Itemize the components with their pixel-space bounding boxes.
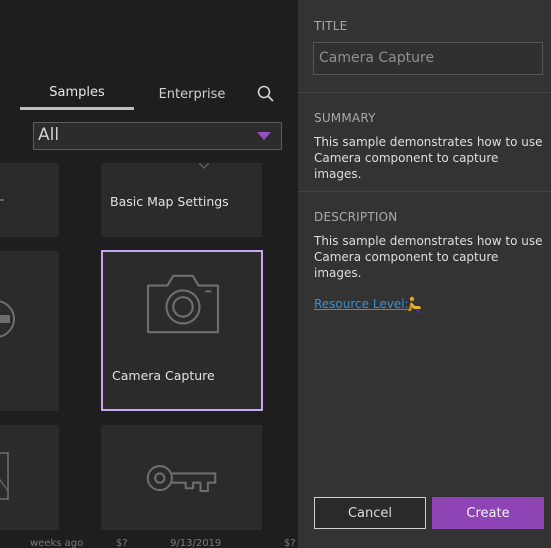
description-text: This sample demonstrates how to use Came…	[314, 234, 543, 280]
resource-level-link[interactable]: Resource Level:	[314, 297, 409, 311]
chevron-down-icon	[257, 132, 271, 140]
footer-text: $?	[116, 538, 128, 548]
sample-card[interactable]	[0, 163, 59, 237]
footer-text: $?	[284, 538, 296, 548]
divider	[298, 191, 551, 192]
sample-card[interactable]	[0, 251, 59, 411]
sample-card-basic-map-settings[interactable]: Basic Map Settings	[101, 163, 262, 237]
runner-icon	[408, 296, 421, 313]
sample-card[interactable]	[0, 425, 59, 530]
summary-text: This sample demonstrates how to use Came…	[314, 135, 543, 181]
sample-card[interactable]	[101, 425, 262, 530]
card-label: Basic Map Settings	[110, 194, 229, 209]
map-icon	[0, 452, 9, 500]
tab-enterprise[interactable]: Enterprise	[142, 78, 242, 110]
footer-text: weeks ago	[30, 538, 84, 548]
sample-card-camera-capture[interactable]: Camera Capture	[101, 250, 263, 411]
camera-icon	[146, 274, 220, 334]
title-input[interactable]: Camera Capture	[313, 42, 543, 75]
tab-samples[interactable]: Samples	[20, 78, 134, 110]
tab-bar: Samples Enterprise	[0, 78, 298, 110]
cancel-button[interactable]: Cancel	[314, 497, 426, 529]
search-icon[interactable]	[256, 84, 276, 104]
filter-dropdown[interactable]: All	[33, 122, 282, 150]
key-icon	[146, 465, 217, 493]
title-value: Camera Capture	[319, 50, 435, 66]
divider	[298, 92, 551, 93]
summary-label: SUMMARY	[314, 111, 376, 125]
footer-text: 9/13/2019	[170, 538, 222, 548]
details-panel: TITLE Camera Capture SUMMARY This sample…	[298, 0, 551, 548]
description-label: DESCRIPTION	[314, 210, 398, 224]
partial-sample-icon	[0, 199, 4, 201]
create-button[interactable]: Create	[432, 497, 544, 529]
samples-panel: Samples Enterprise All Basic Map Setting…	[0, 0, 298, 548]
filter-value: All	[38, 125, 60, 145]
title-label: TITLE	[314, 19, 348, 33]
card-label: Camera Capture	[112, 368, 215, 383]
sample-icon	[198, 163, 210, 169]
compass-icon	[0, 300, 15, 338]
